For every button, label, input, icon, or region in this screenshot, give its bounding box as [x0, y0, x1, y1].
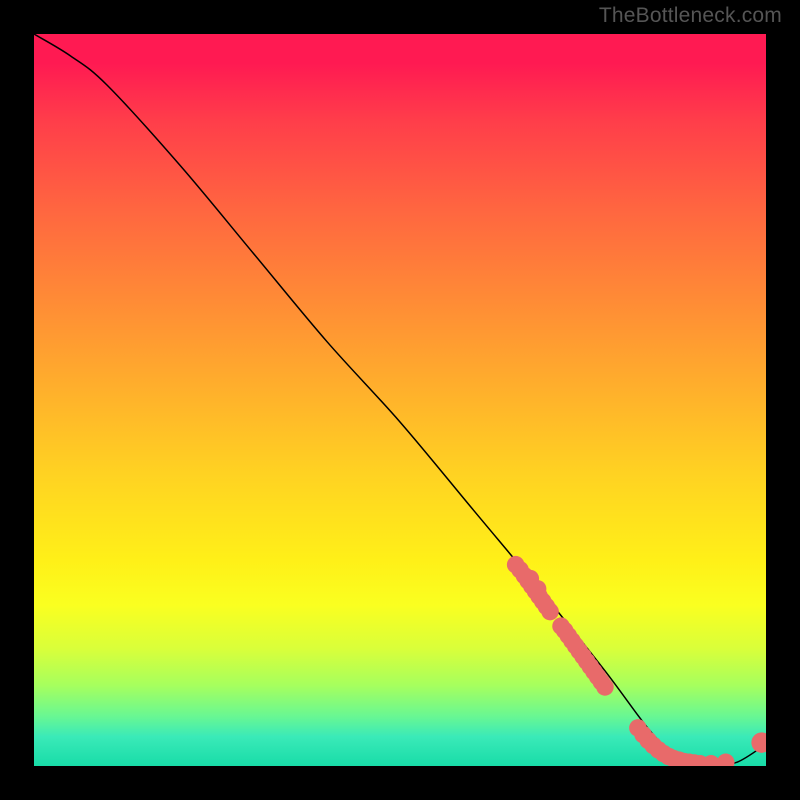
curve-marker-dot	[751, 732, 766, 752]
curve-marker-dot	[522, 570, 540, 588]
chart-area	[34, 34, 766, 766]
curve-markers	[507, 556, 766, 766]
watermark-text: TheBottleneck.com	[599, 4, 782, 28]
curve-line	[34, 34, 766, 766]
curve-marker-dot	[552, 617, 570, 635]
curve-marker-dot	[541, 603, 559, 621]
curve-marker-dot	[596, 678, 614, 696]
curve-marker-dot	[717, 754, 735, 766]
chart-svg	[34, 34, 766, 766]
